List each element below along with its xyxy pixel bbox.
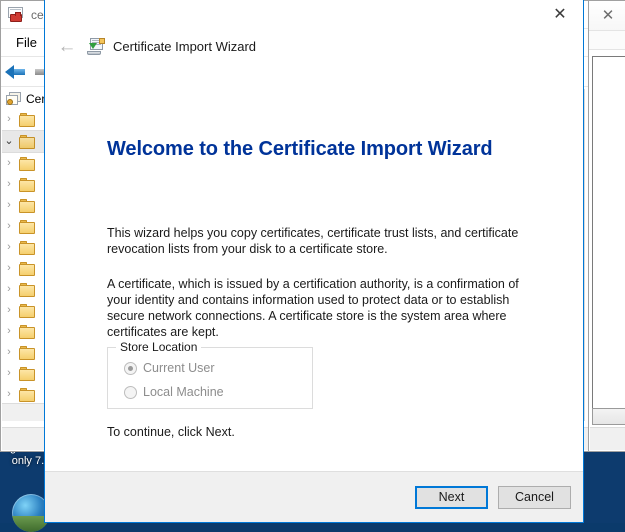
chevron-right-icon[interactable]: › xyxy=(2,305,16,316)
folder-icon xyxy=(19,198,36,213)
wizard-body: Welcome to the Certificate Import Wizard… xyxy=(45,63,583,471)
chevron-right-icon[interactable]: › xyxy=(2,200,16,211)
certificate-import-icon xyxy=(87,37,105,55)
folder-icon xyxy=(19,324,36,339)
chevron-right-icon[interactable]: › xyxy=(2,368,16,379)
folder-icon xyxy=(19,366,36,381)
folder-icon xyxy=(19,345,36,360)
radio-local-machine-mark[interactable] xyxy=(124,385,137,399)
folder-icon xyxy=(19,303,36,318)
chevron-right-icon[interactable]: › xyxy=(2,263,16,274)
chevron-right-icon[interactable]: › xyxy=(2,221,16,232)
continue-instruction: To continue, click Next. xyxy=(107,425,235,439)
store-location-label: Store Location xyxy=(116,340,202,354)
chevron-right-icon[interactable]: › xyxy=(2,284,16,295)
radio-local-machine-label: Local Machine xyxy=(143,385,224,399)
close-icon[interactable]: ✕ xyxy=(593,5,623,26)
radio-current-user-mark[interactable] xyxy=(124,361,137,375)
chevron-right-icon[interactable]: › xyxy=(2,179,16,190)
chevron-right-icon[interactable]: › xyxy=(2,158,16,169)
tree-root-label: Cer xyxy=(26,92,46,106)
secondary-window-scrollbar[interactable]: ❯ xyxy=(592,408,625,425)
menu-item-file[interactable]: File xyxy=(9,31,44,54)
chevron-right-icon[interactable]: › xyxy=(2,326,16,337)
wizard-nav-title: Certificate Import Wizard xyxy=(113,38,257,54)
wizard-paragraph-2: A certificate, which is issued by a cert… xyxy=(107,277,519,339)
close-icon[interactable]: ✕ xyxy=(537,0,583,29)
back-arrow-icon[interactable]: ← xyxy=(55,34,79,58)
cancel-button[interactable]: Cancel xyxy=(498,485,571,509)
folder-icon xyxy=(19,156,36,171)
certificate-manager-icon xyxy=(7,6,25,23)
folder-icon xyxy=(19,387,36,402)
wizard-navbar: ← Certificate Import Wizard xyxy=(45,29,583,63)
chevron-right-icon[interactable]: › xyxy=(2,114,16,125)
chevron-right-icon[interactable]: › xyxy=(2,242,16,253)
chevron-down-icon[interactable]: ⌄ xyxy=(2,136,16,147)
secondary-window-list[interactable] xyxy=(592,56,625,409)
chevron-right-icon[interactable]: › xyxy=(2,389,16,400)
secondary-window-statusbar xyxy=(590,427,625,450)
radio-current-user-label: Current User xyxy=(143,361,215,375)
folder-icon xyxy=(19,261,36,276)
store-location-groupbox: Store Location Current User Local Machin… xyxy=(107,340,313,409)
certificate-import-wizard-dialog[interactable]: ✕ ← Certificate Import Wizard Welcome to… xyxy=(44,0,584,523)
wizard-footer: Next Cancel xyxy=(45,471,583,522)
secondary-window-titlebar: ✕ xyxy=(589,1,625,31)
wizard-titlebar: ✕ xyxy=(45,0,583,29)
back-arrow-icon[interactable] xyxy=(5,64,27,80)
radio-current-user[interactable]: Current User xyxy=(124,361,215,375)
secondary-window-toolbar xyxy=(589,31,625,50)
folder-icon xyxy=(19,240,36,255)
secondary-window[interactable]: ✕ ❯ xyxy=(588,0,625,452)
page-title: Welcome to the Certificate Import Wizard xyxy=(107,138,493,160)
folder-icon xyxy=(19,134,36,149)
certificates-root-icon xyxy=(6,91,22,107)
folder-icon xyxy=(19,112,36,127)
wizard-paragraph-1: This wizard helps you copy certificates,… xyxy=(107,226,519,256)
next-button[interactable]: Next xyxy=(415,485,488,509)
chevron-right-icon[interactable]: › xyxy=(2,347,16,358)
radio-local-machine[interactable]: Local Machine xyxy=(124,385,224,399)
folder-icon xyxy=(19,282,36,297)
folder-icon xyxy=(19,219,36,234)
folder-icon xyxy=(19,177,36,192)
